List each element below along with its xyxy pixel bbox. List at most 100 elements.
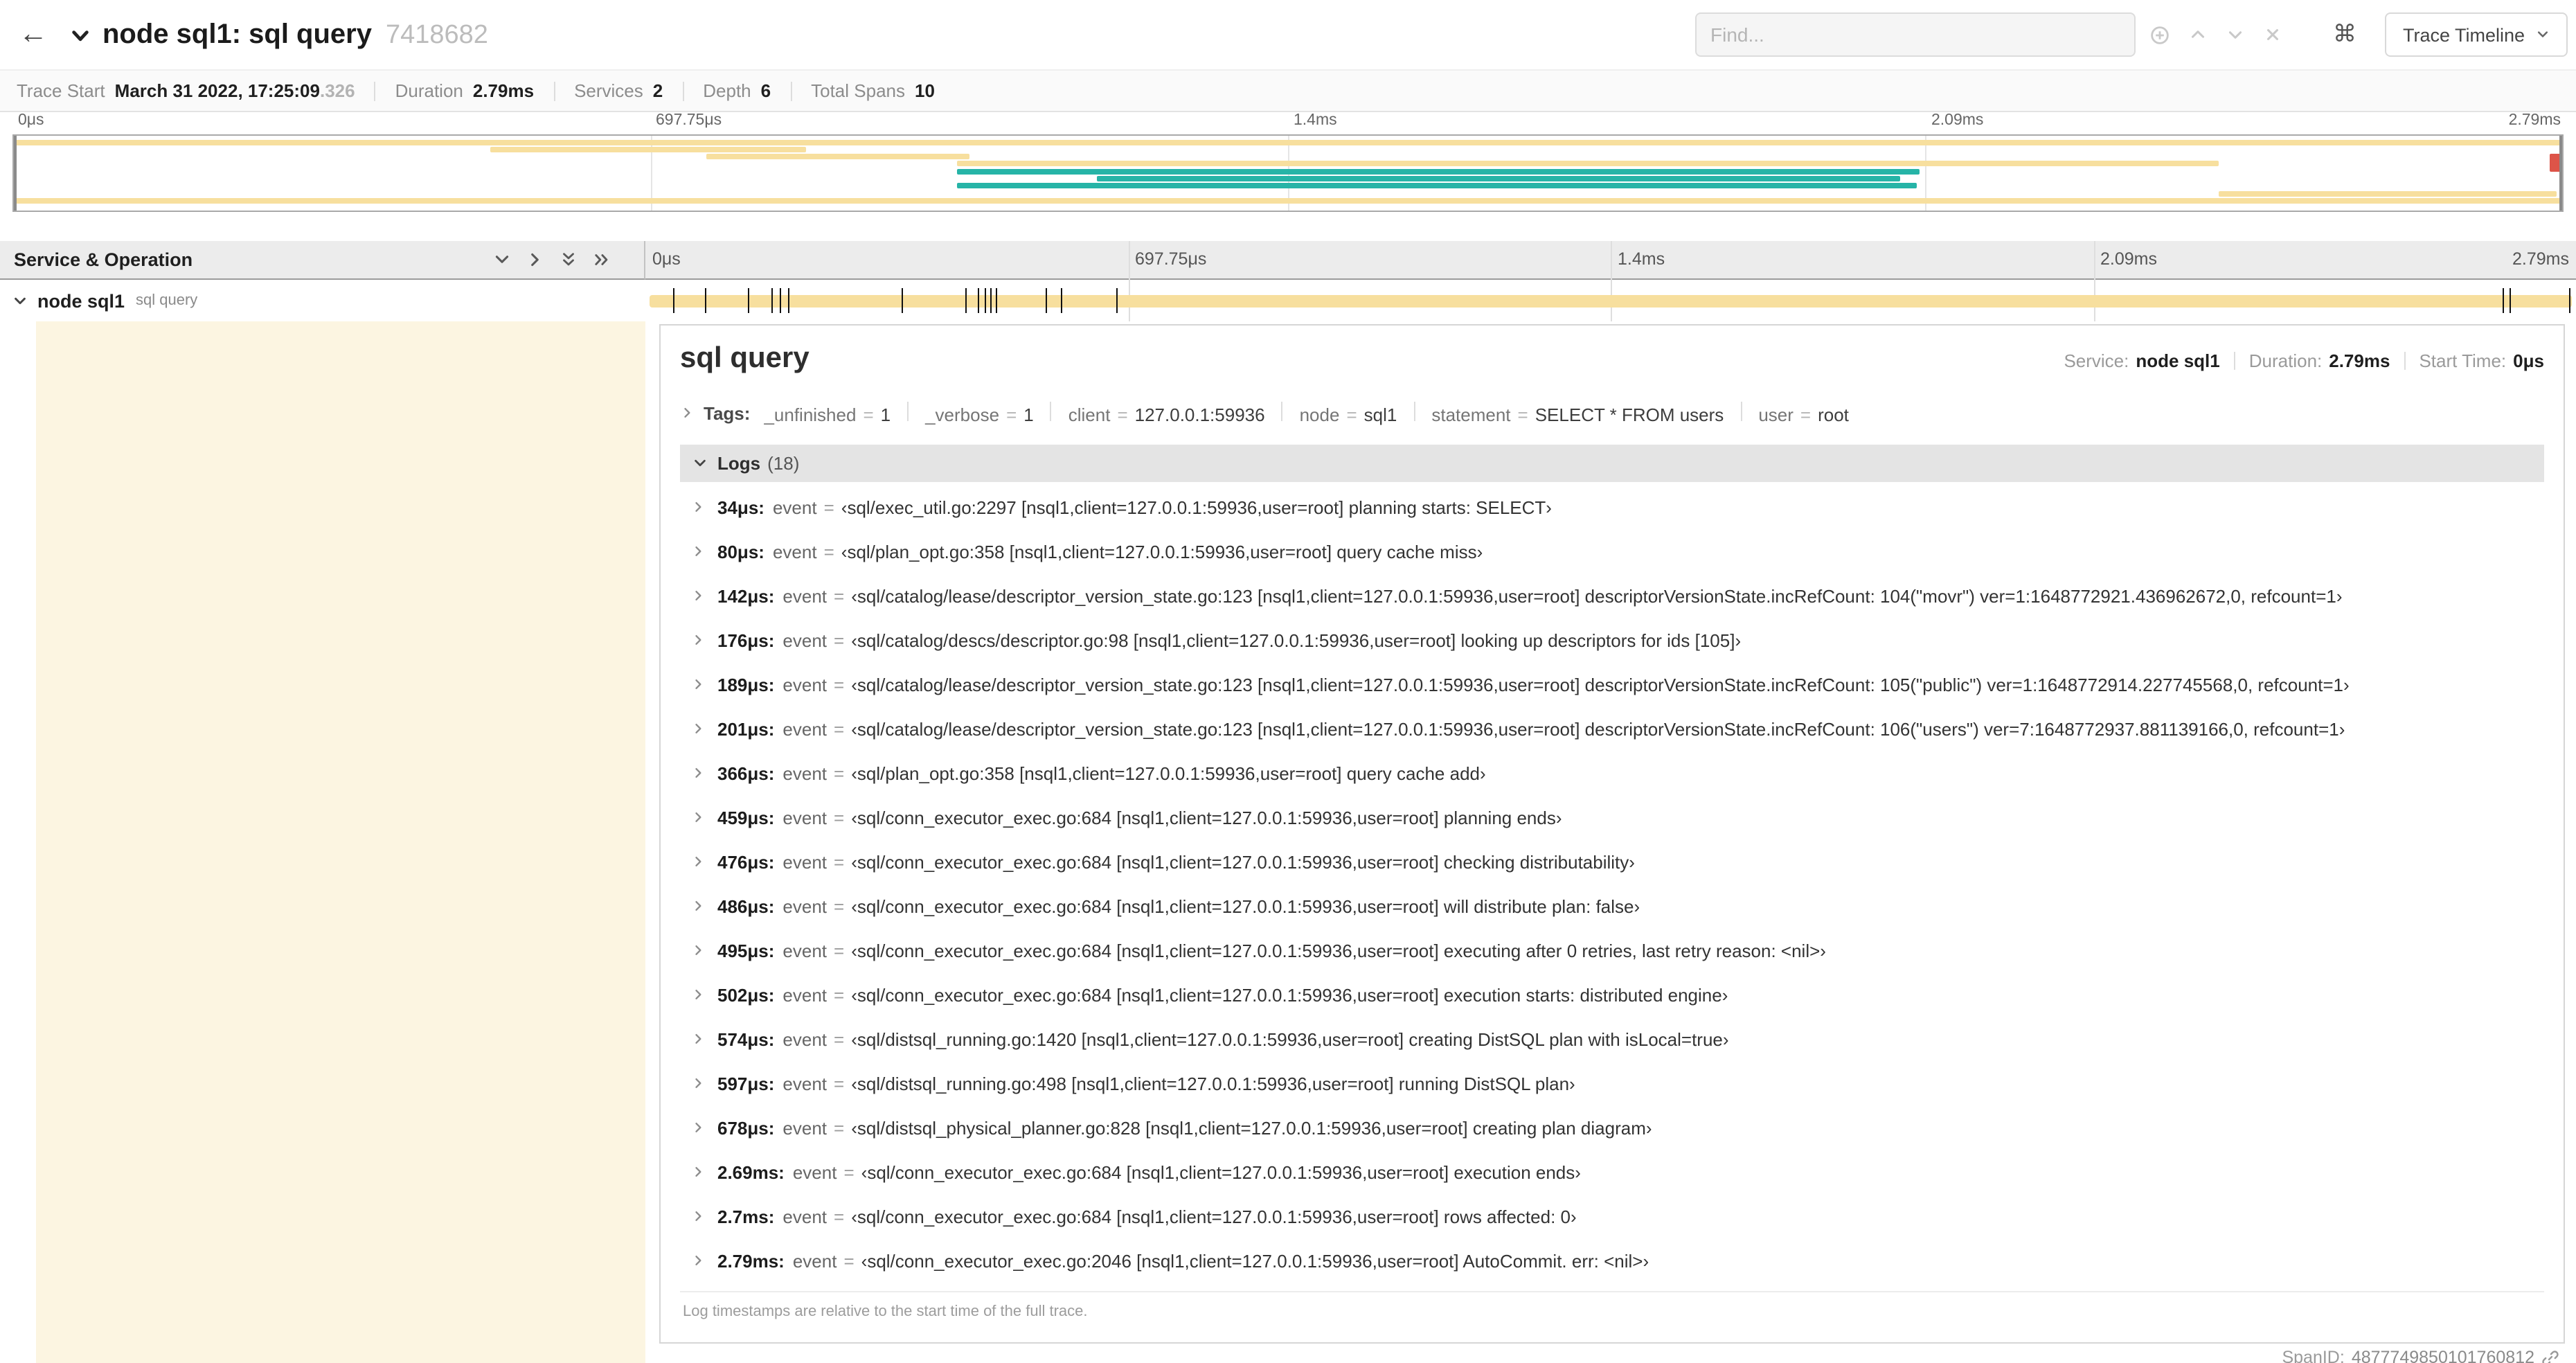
next-result-icon[interactable] <box>2226 25 2245 44</box>
log-row[interactable]: 189μs: event = ‹sql/catalog/lease/descripto… <box>680 662 2544 706</box>
chevron-right-icon <box>691 988 705 1001</box>
log-row[interactable]: 34μs: event = ‹sql/exec_util.go:2297 [nsql1… <box>680 485 2544 529</box>
minimap-tick-label: 0μs <box>18 112 44 129</box>
span-collapse-chevron-icon[interactable] <box>12 293 28 308</box>
log-row[interactable]: 2.69ms: event = ‹sql/conn_executor_exec.go:… <box>680 1150 2544 1194</box>
prev-result-icon[interactable] <box>2188 25 2208 44</box>
summary-item: Depth 6 <box>703 80 771 101</box>
minimap-span-bar <box>14 139 2562 145</box>
logs-header[interactable]: Logs (18) <box>680 445 2544 482</box>
log-row[interactable]: 80μs: event = ‹sql/plan_opt.go:358 [nsql1,c… <box>680 529 2544 573</box>
meta-divider <box>2404 352 2406 370</box>
collapse-all-icon[interactable] <box>560 251 578 269</box>
collapse-controls <box>493 251 611 269</box>
link-icon[interactable] <box>2541 1348 2559 1363</box>
back-arrow-icon: ← <box>19 18 48 50</box>
minimap-span-bar <box>1097 176 1900 181</box>
chevron-right-icon <box>680 406 694 420</box>
log-row[interactable]: 486μs: event = ‹sql/conn_executor_exec.go:6… <box>680 884 2544 928</box>
minimap-tick-label: 1.4ms <box>1294 112 1337 129</box>
expand-one-icon[interactable] <box>526 251 544 269</box>
log-row[interactable]: 459μs: event = ‹sql/conn_executor_exec.go:6… <box>680 795 2544 839</box>
log-marker-tick <box>1116 288 1118 313</box>
log-marker-tick <box>2510 288 2512 313</box>
minimap-tick-label: 697.75μs <box>656 112 722 129</box>
service-operation-header: Service & Operation <box>0 241 645 280</box>
expand-all-icon[interactable] <box>593 251 611 269</box>
trace-timeline-dropdown[interactable]: Trace Timeline <box>2385 12 2568 57</box>
trace-timeline-label: Trace Timeline <box>2403 24 2525 45</box>
span-title: sql query <box>680 342 810 374</box>
log-row[interactable]: 678μs: event = ‹sql/distsql_physical_planne… <box>680 1105 2544 1150</box>
span-service-name: node sql1 <box>37 290 125 311</box>
minimap-span-bar <box>490 146 807 152</box>
log-marker-tick <box>902 288 904 313</box>
log-row[interactable]: 2.79ms: event = ‹sql/conn_executor_exec.go:… <box>680 1238 2544 1283</box>
tag: node = sql1 <box>1299 404 1397 425</box>
minimap-scrubber-left[interactable] <box>14 136 17 211</box>
summary-divider <box>682 81 684 100</box>
ruler-tick-label: 1.4ms <box>1618 249 1665 269</box>
log-row[interactable]: 2.7ms: event = ‹sql/conn_executor_exec.go:6… <box>680 1194 2544 1238</box>
chevron-right-icon <box>691 899 705 913</box>
timeline-left-column: Service & Operation node sql1 sql query <box>0 241 645 321</box>
summary-item: Services 2 <box>574 80 663 101</box>
clear-search-icon[interactable] <box>2263 25 2282 44</box>
log-row[interactable]: 176μs: event = ‹sql/catalog/descs/descripto… <box>680 618 2544 662</box>
summary-divider <box>374 81 376 100</box>
find-input[interactable] <box>1695 12 2136 57</box>
span-id-label: SpanID: <box>2282 1348 2345 1363</box>
command-icon: ⌘ <box>2333 21 2356 48</box>
chevron-right-icon <box>691 1032 705 1046</box>
minimap-canvas[interactable] <box>12 134 2564 212</box>
chevron-right-icon <box>691 1254 705 1267</box>
tags-label: Tags: <box>704 402 751 423</box>
collapse-trace-chevron-icon[interactable] <box>69 25 91 47</box>
chevron-right-icon <box>691 500 705 514</box>
summary-item: Total Spans 10 <box>811 80 935 101</box>
tag: _verbose = 1 <box>925 404 1034 425</box>
trace-timeline-page: ← node sql1: sql query 7418682 ⌘ Trace <box>0 0 2576 1363</box>
keyboard-shortcuts-button[interactable]: ⌘ <box>2321 12 2368 57</box>
span-row-timeline[interactable] <box>645 280 2576 321</box>
log-row[interactable]: 476μs: event = ‹sql/conn_executor_exec.go:6… <box>680 839 2544 884</box>
minimap-time-labels: 0μs 697.75μs 1.4ms 2.09ms 2.79ms <box>12 112 2564 133</box>
back-button[interactable]: ← <box>0 0 66 69</box>
logs-list: 34μs: event = ‹sql/exec_util.go:2297 [nsql1… <box>680 485 2544 1283</box>
log-row[interactable]: 597μs: event = ‹sql/distsql_running.go:498 … <box>680 1061 2544 1105</box>
log-marker-tick <box>2568 288 2570 313</box>
log-marker-tick <box>787 288 789 313</box>
minimap-span-bar <box>956 183 1917 189</box>
log-row[interactable]: 201μs: event = ‹sql/catalog/lease/descripto… <box>680 706 2544 751</box>
minimap-span-bar <box>956 168 1920 175</box>
log-row[interactable]: 574μs: event = ‹sql/distsql_running.go:1420… <box>680 1017 2544 1061</box>
trace-name: node sql1: sql query <box>102 19 372 49</box>
chevron-right-icon <box>691 589 705 603</box>
log-row[interactable]: 366μs: event = ‹sql/plan_opt.go:358 [nsql1,… <box>680 751 2544 795</box>
minimap-tick-label: 2.09ms <box>1931 112 1984 129</box>
log-marker-tick <box>747 288 749 313</box>
chevron-right-icon <box>691 766 705 780</box>
log-row[interactable]: 495μs: event = ‹sql/conn_executor_exec.go:6… <box>680 928 2544 972</box>
focus-match-icon[interactable] <box>2149 24 2170 45</box>
log-marker-tick <box>2503 288 2505 313</box>
log-row[interactable]: 142μs: event = ‹sql/catalog/lease/descripto… <box>680 573 2544 618</box>
tag-divider <box>907 401 909 420</box>
chevron-right-icon <box>691 1209 705 1223</box>
log-marker-tick <box>672 288 674 313</box>
logs-note: Log timestamps are relative to the start… <box>680 1291 2544 1331</box>
ruler-tick-label: 2.79ms <box>2512 249 2569 269</box>
log-row[interactable]: 502μs: event = ‹sql/conn_executor_exec.go:6… <box>680 972 2544 1017</box>
span-meta: Service: node sql1 Duration: 2.79ms Start Ti… <box>2064 350 2544 371</box>
tag-divider <box>1413 401 1415 420</box>
timeline-section: Service & Operation node sql1 sql query … <box>0 241 2576 321</box>
tags-row[interactable]: Tags: _unfinished = 1 _verbose = 1 client = 127.… <box>680 395 2544 431</box>
collapse-one-icon[interactable] <box>493 251 511 269</box>
log-marker-tick <box>965 288 967 313</box>
chevron-right-icon <box>691 677 705 691</box>
trace-id: 7418682 <box>385 20 488 49</box>
span-row-label[interactable]: node sql1 sql query <box>0 280 645 321</box>
minimap-scrubber-right[interactable] <box>2559 136 2562 211</box>
minimap-span-bar <box>14 197 2562 204</box>
summary-divider <box>790 81 792 100</box>
